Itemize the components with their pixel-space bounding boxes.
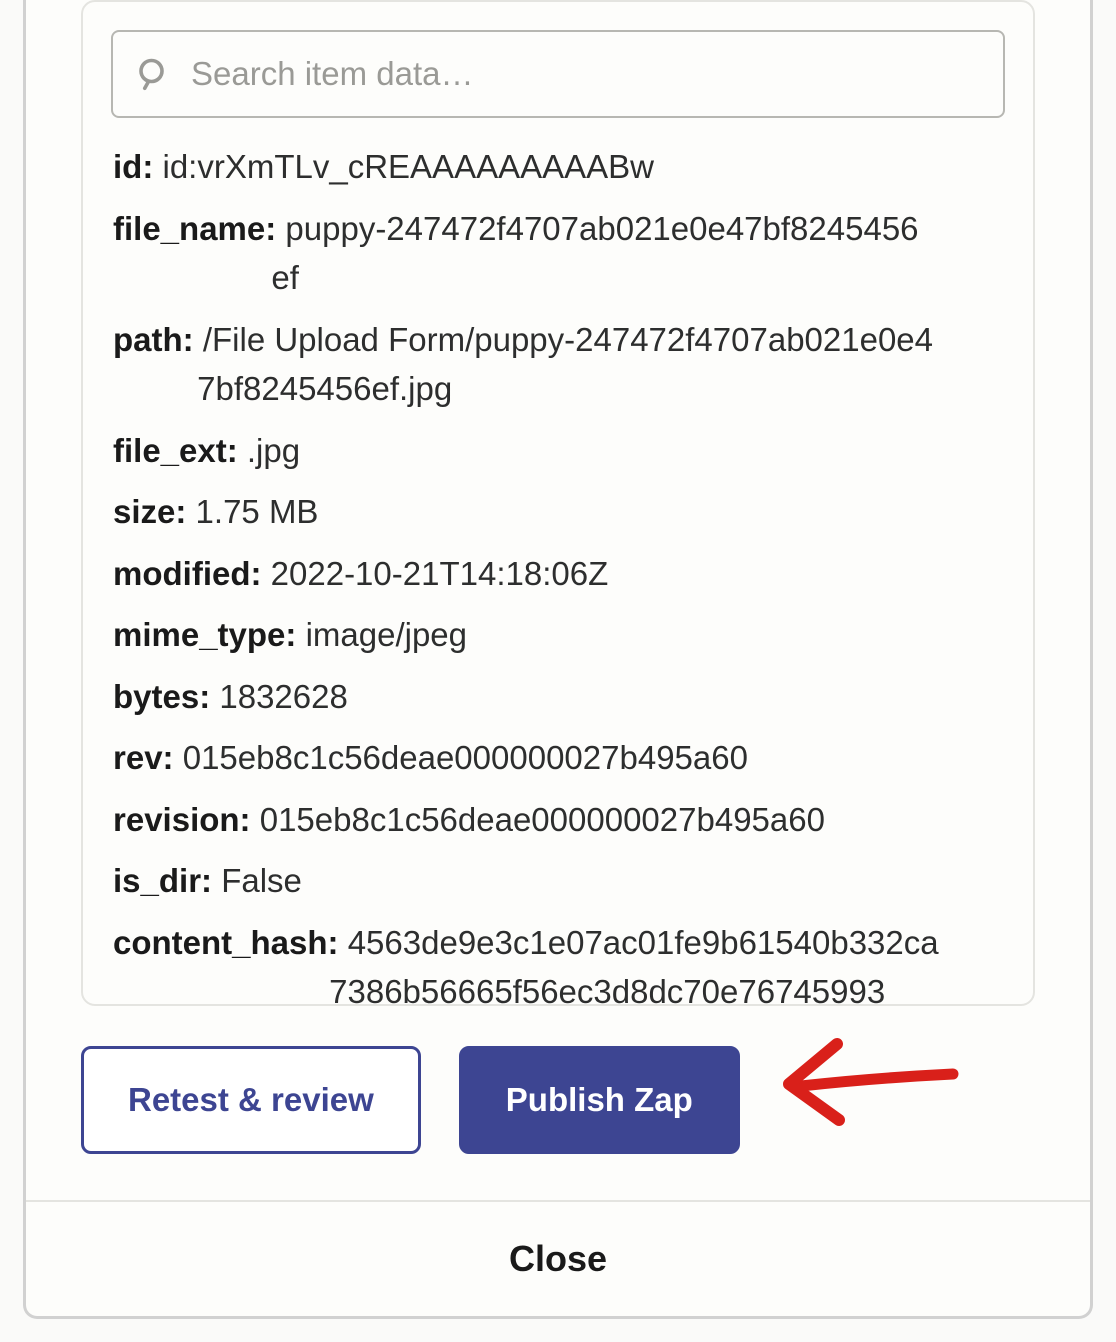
- field-revision: revision: 015eb8c1c56deae000000027b495a6…: [111, 795, 1005, 845]
- field-key: path:: [113, 321, 194, 358]
- field-value-line1: 4563de9e3c1e07ac01fe9b61540b332ca: [348, 924, 939, 961]
- field-value-line1: puppy-247472f4707ab021e0e47bf8245456: [285, 210, 918, 247]
- field-id: id: id:vrXmTLv_cREAAAAAAAAABw: [111, 142, 1005, 192]
- retest-review-button[interactable]: Retest & review: [81, 1046, 421, 1154]
- field-value: 2022-10-21T14:18:06Z: [271, 555, 609, 592]
- publish-zap-button[interactable]: Publish Zap: [459, 1046, 740, 1154]
- field-value-line1: /File Upload Form/puppy-247472f4707ab021…: [203, 321, 933, 358]
- field-file-ext: file_ext: .jpg: [111, 426, 1005, 476]
- field-key: size:: [113, 493, 186, 530]
- field-is-dir: is_dir: False: [111, 856, 1005, 906]
- close-button[interactable]: Close: [509, 1238, 607, 1280]
- field-modified: modified: 2022-10-21T14:18:06Z: [111, 549, 1005, 599]
- search-input[interactable]: [111, 30, 1005, 118]
- field-content-hash: content_hash: 4563de9e3c1e07ac01fe9b6154…: [111, 918, 1005, 1005]
- field-file-name: file_name: puppy-247472f4707ab021e0e47bf…: [111, 204, 1005, 303]
- field-size: size: 1.75 MB: [111, 487, 1005, 537]
- field-value-line2: ef: [113, 253, 1005, 303]
- dialog-footer: Close: [26, 1200, 1090, 1316]
- field-value: 015eb8c1c56deae000000027b495a60: [260, 801, 825, 838]
- field-key: content_hash:: [113, 924, 339, 961]
- field-key: mime_type:: [113, 616, 296, 653]
- field-value: 1.75 MB: [196, 493, 319, 530]
- field-value: 1832628: [219, 678, 347, 715]
- field-key: bytes:: [113, 678, 210, 715]
- field-key: file_ext:: [113, 432, 238, 469]
- search-wrapper: [111, 30, 1005, 118]
- field-value-line2: 7bf8245456ef.jpg: [113, 364, 1005, 414]
- field-mime-type: mime_type: image/jpeg: [111, 610, 1005, 660]
- field-key: revision:: [113, 801, 251, 838]
- field-value: 015eb8c1c56deae000000027b495a60: [183, 739, 748, 776]
- field-key: is_dir:: [113, 862, 212, 899]
- arrow-annotation-icon: [773, 1026, 963, 1136]
- item-data-list: id: id:vrXmTLv_cREAAAAAAAAABw file_name:…: [111, 142, 1005, 1004]
- field-value: False: [221, 862, 302, 899]
- field-key: file_name:: [113, 210, 276, 247]
- field-value: id:vrXmTLv_cREAAAAAAAAABw: [163, 148, 655, 185]
- action-button-row: Retest & review Publish Zap: [81, 1006, 1035, 1200]
- dialog-panel: id: id:vrXmTLv_cREAAAAAAAAABw file_name:…: [23, 0, 1093, 1319]
- field-key: rev:: [113, 739, 174, 776]
- field-value: .jpg: [247, 432, 300, 469]
- search-icon: [135, 56, 171, 92]
- field-key: modified:: [113, 555, 261, 592]
- field-key: id:: [113, 148, 153, 185]
- field-value-line2: 7386b56665f56ec3d8dc70e76745993: [113, 967, 1005, 1004]
- field-rev: rev: 015eb8c1c56deae000000027b495a60: [111, 733, 1005, 783]
- field-bytes: bytes: 1832628: [111, 672, 1005, 722]
- item-data-card: id: id:vrXmTLv_cREAAAAAAAAABw file_name:…: [81, 0, 1035, 1006]
- content-area: id: id:vrXmTLv_cREAAAAAAAAABw file_name:…: [26, 0, 1090, 1200]
- field-path: path: /File Upload Form/puppy-247472f470…: [111, 315, 1005, 414]
- field-value: image/jpeg: [306, 616, 467, 653]
